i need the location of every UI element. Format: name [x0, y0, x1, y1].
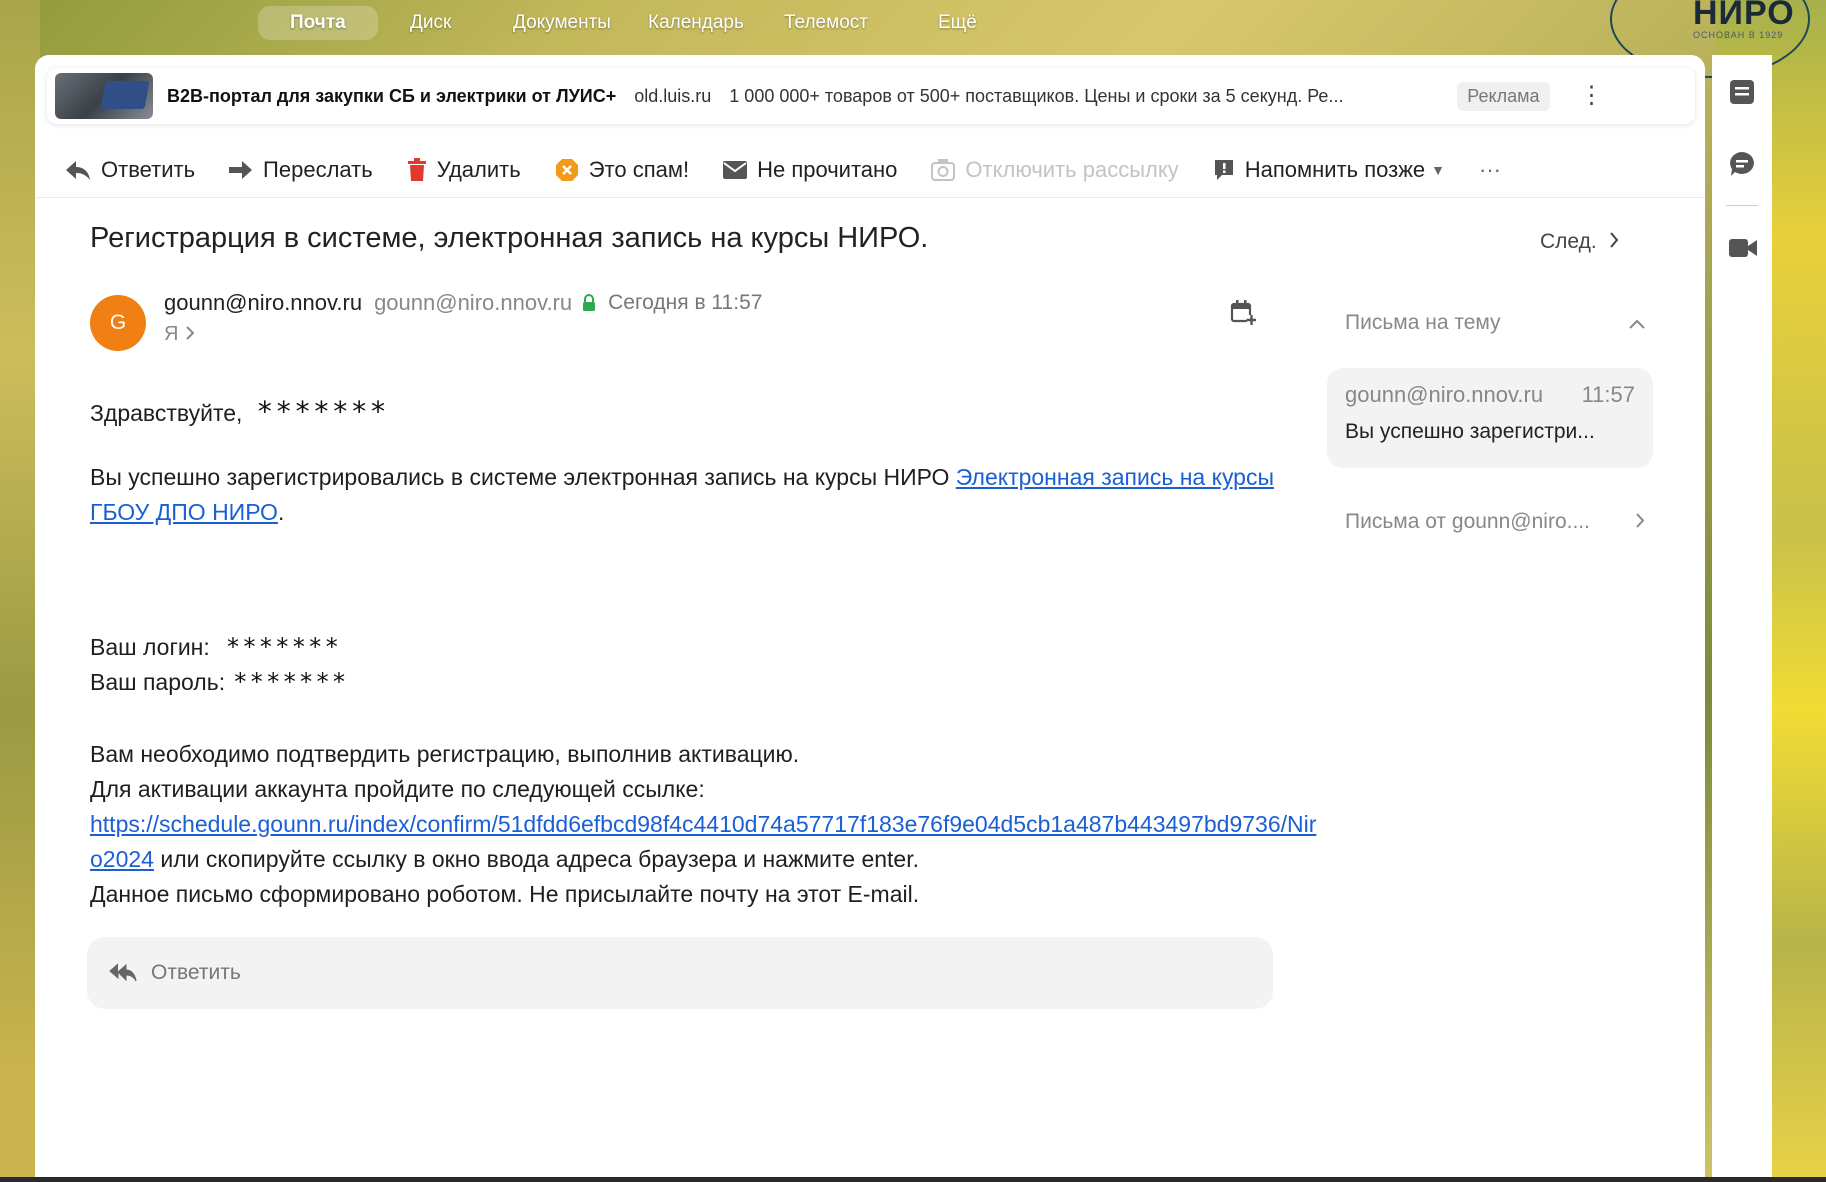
activation-line-4: Данное письмо сформировано роботом. Не п…	[90, 881, 920, 907]
unsubscribe-button[interactable]: Отключить рассылку	[931, 157, 1179, 183]
thread-item-sender: gounn@niro.nnov.ru	[1345, 382, 1544, 407]
activation-paragraph: Вам необходимо подтвердить регистрацию, …	[90, 737, 1320, 912]
reply-icon	[109, 962, 137, 984]
notes-icon[interactable]	[1729, 79, 1755, 110]
right-sidebar	[1712, 55, 1772, 1182]
video-call-icon[interactable]	[1729, 238, 1757, 263]
ad-banner[interactable]: B2B-портал для закупки СБ и электрики от…	[47, 68, 1695, 124]
next-message-button[interactable]: След.	[1540, 230, 1619, 254]
sender-name[interactable]: gounn@niro.nnov.ru	[164, 290, 362, 316]
activation-line-1: Вам необходимо подтвердить регистрацию, …	[90, 741, 800, 767]
quick-reply-label: Ответить	[151, 961, 241, 984]
forward-icon	[229, 160, 253, 180]
envelope-icon	[723, 161, 748, 179]
chevron-right-icon	[1636, 510, 1645, 534]
quick-reply-box[interactable]: Ответить	[87, 937, 1273, 1009]
activation-line-2: Для активации аккаунта пройдите по следу…	[90, 776, 705, 802]
greeting-line: Здравствуйте, *******	[90, 395, 388, 428]
unsubscribe-icon	[931, 159, 956, 181]
delete-button[interactable]: Удалить	[407, 157, 521, 183]
login-label: Ваш логин:	[90, 633, 210, 660]
thread-item-time: 11:57	[1581, 382, 1635, 407]
top-navigation: Почта Диск Документы Календарь Телемост …	[0, 0, 1680, 50]
brand-logo: НИРО	[1693, 0, 1795, 32]
background-left	[0, 0, 40, 1182]
more-label: ···	[1479, 157, 1502, 182]
registration-end: .	[277, 499, 285, 525]
letters-from-sender-link[interactable]: Письма от gounn@niro....	[1345, 510, 1645, 534]
more-actions-button[interactable]: ···	[1479, 157, 1501, 183]
login-line: Ваш логин: *******	[90, 633, 341, 661]
password-line: Ваш пароль: *******	[90, 668, 348, 696]
remind-later-label: Напомнить позже	[1244, 157, 1426, 182]
chevron-right-icon	[186, 323, 195, 346]
trash-icon	[407, 158, 427, 182]
sidebar-divider	[1726, 205, 1758, 206]
thread-header-label: Письма на тему	[1345, 311, 1501, 334]
nav-telemost[interactable]: Телемост	[784, 12, 868, 34]
thread-item-preview: Вы успешно зарегистри...	[1345, 420, 1595, 443]
nav-more[interactable]: Ещё	[938, 12, 977, 34]
ad-title[interactable]: B2B-портал для закупки СБ и электрики от…	[167, 86, 616, 107]
letters-from-sender-label: Письма от gounn@niro....	[1345, 510, 1590, 533]
ad-badge: Реклама	[1457, 81, 1550, 111]
activation-after-link: или скопируйте ссылку в окно ввода адрес…	[153, 846, 919, 872]
spam-button[interactable]: Это спам!	[555, 157, 689, 183]
toolbar-divider	[35, 197, 1705, 198]
ad-description: 1 000 000+ товаров от 500+ поставщиков. …	[729, 85, 1344, 106]
thread-item-header: gounn@niro.nnov.ru 11:57	[1345, 382, 1635, 408]
greeting-masked-name: *******	[256, 395, 389, 428]
forward-button[interactable]: Переслать	[229, 157, 373, 183]
nav-mail[interactable]: Почта	[258, 6, 378, 40]
password-masked: *******	[233, 668, 349, 696]
thread-item[interactable]: gounn@niro.nnov.ru 11:57 Вы успешно заре…	[1327, 368, 1653, 468]
delete-label: Удалить	[436, 157, 521, 182]
thread-header[interactable]: Письма на тему	[1345, 311, 1645, 335]
message-toolbar: Ответить Переслать Удалить Это спам! Не …	[65, 145, 1535, 195]
nav-disk[interactable]: Диск	[410, 12, 451, 34]
ad-url[interactable]: old.luis.ru	[634, 86, 711, 107]
add-to-calendar-icon[interactable]	[1230, 300, 1256, 331]
messenger-icon[interactable]	[1729, 151, 1755, 182]
recipient-line[interactable]: Я	[164, 323, 195, 346]
sender-line: gounn@niro.nnov.ru gounn@niro.nnov.ru Се…	[164, 290, 762, 316]
sender-address[interactable]: gounn@niro.nnov.ru	[374, 290, 572, 316]
password-label: Ваш пароль:	[90, 668, 226, 695]
mark-unread-label: Не прочитано	[757, 157, 898, 182]
chevron-up-icon	[1629, 311, 1645, 335]
nav-calendar[interactable]: Календарь	[648, 12, 744, 34]
activation-line-3: https://schedule.gounn.ru/index/confirm/…	[90, 807, 1320, 877]
nav-documents[interactable]: Документы	[513, 12, 611, 34]
message-subject: Регистрарция в системе, электронная запи…	[90, 222, 929, 254]
next-label: След.	[1540, 230, 1597, 253]
mail-panel: B2B-портал для закупки СБ и электрики от…	[35, 55, 1705, 1182]
ad-more-icon[interactable]: ⋮	[1580, 84, 1604, 108]
bottom-border	[0, 1177, 1826, 1182]
message-date: Сегодня в 11:57	[608, 291, 763, 314]
mark-unread-button[interactable]: Не прочитано	[723, 157, 897, 183]
brand-tagline: ОСНОВАН В 1929	[1693, 30, 1784, 40]
login-masked: *******	[225, 633, 341, 661]
reply-icon	[65, 159, 91, 181]
sender-avatar[interactable]: G	[90, 295, 146, 351]
reply-label: Ответить	[101, 157, 196, 182]
unsubscribe-label: Отключить рассылку	[965, 157, 1179, 182]
ad-thumbnail	[55, 73, 153, 119]
lock-icon	[582, 294, 596, 312]
chevron-right-icon	[1609, 230, 1619, 254]
spam-icon	[555, 158, 579, 182]
registration-paragraph: Вы успешно зарегистрировались в системе …	[90, 460, 1320, 530]
reply-button[interactable]: Ответить	[65, 157, 195, 183]
caret-down-icon: ▼	[1431, 162, 1446, 178]
registration-text: Вы успешно зарегистрировались в системе …	[90, 464, 956, 490]
greeting-text: Здравствуйте,	[90, 400, 243, 426]
spam-label: Это спам!	[588, 157, 690, 182]
forward-label: Переслать	[263, 157, 373, 182]
recipient-name: Я	[164, 323, 179, 345]
reminder-icon	[1213, 159, 1235, 181]
remind-later-button[interactable]: Напомнить позже ▼	[1213, 157, 1445, 183]
